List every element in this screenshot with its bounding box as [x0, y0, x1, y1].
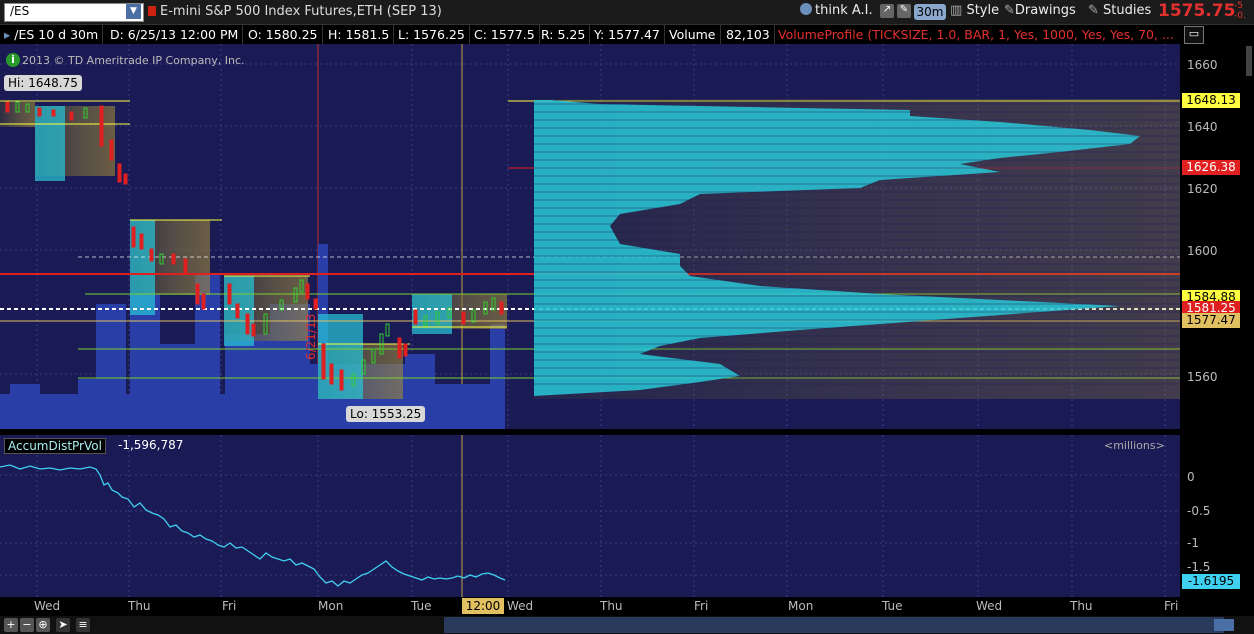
- studies-icon: ✎: [1088, 3, 1099, 18]
- y-label-level: 1626.38: [1182, 160, 1240, 175]
- pencil-icon: ✎: [1004, 3, 1015, 18]
- last-price: 1575.75: [1158, 1, 1236, 21]
- indicator-current-label: -1.6195: [1182, 574, 1240, 589]
- ind-y-tick: 0: [1187, 470, 1195, 484]
- x-tick: Wed: [34, 599, 61, 613]
- x-axis[interactable]: [0, 597, 1254, 615]
- info-range: R: 5.25: [537, 25, 591, 44]
- timeframe-button[interactable]: 30m: [914, 4, 946, 20]
- think-ai-button[interactable]: think A.I.: [800, 3, 873, 20]
- info-date: D: 6/25/13 12:00 PM: [106, 25, 244, 44]
- y-tick: 1620: [1187, 182, 1218, 196]
- y-axis-scrollbar[interactable]: [1246, 46, 1252, 76]
- style-button[interactable]: ▥ Style: [950, 3, 999, 20]
- x-tick: Fri: [222, 599, 237, 613]
- style-icon: ▥: [950, 3, 963, 18]
- chart-id-label[interactable]: ▸ /ES 10 d 30m: [0, 25, 104, 44]
- indicator-name[interactable]: AccumDistPrVol: [4, 438, 106, 454]
- info-open: O: 1580.25: [244, 25, 323, 44]
- x-tick: Wed: [507, 599, 534, 613]
- chart-tool-icon[interactable]: ▭: [1184, 26, 1204, 44]
- symbol-description: E-mini S&P 500 Index Futures,ETH (SEP 13…: [160, 4, 442, 19]
- symbol-dropdown-icon[interactable]: ▼: [126, 4, 141, 19]
- studies-button[interactable]: ✎ Studies: [1088, 3, 1151, 20]
- time-scrollbar[interactable]: [444, 617, 1224, 633]
- think-ai-icon: [800, 3, 812, 15]
- x-tick: Tue: [411, 599, 432, 613]
- indicator-value: -1,596,787: [118, 438, 184, 452]
- info-close: C: 1577.5: [470, 25, 540, 44]
- lo-callout: Lo: 1553.25: [346, 406, 426, 422]
- y-tick: 1600: [1187, 244, 1218, 258]
- cursor-icon[interactable]: ➤: [56, 618, 70, 632]
- wrench-icon[interactable]: ✎: [897, 4, 911, 18]
- indicator-unit: <millions>: [1104, 439, 1165, 452]
- y-tick: 1660: [1187, 58, 1218, 72]
- ind-y-tick: -1: [1187, 536, 1199, 550]
- x-tick: Thu: [128, 599, 151, 613]
- info-volume-label: Volume: [665, 25, 721, 44]
- info-icon[interactable]: i: [6, 53, 20, 67]
- menu-icon[interactable]: ≡: [76, 618, 90, 632]
- y-label-level: 1577.47: [1182, 313, 1240, 328]
- x-tick: Mon: [788, 599, 814, 613]
- drawings-button[interactable]: ✎Drawings: [1004, 3, 1076, 20]
- x-tick: Fri: [1164, 599, 1179, 613]
- price-chart-svg: [0, 44, 1180, 429]
- y-tick: 1640: [1187, 120, 1218, 134]
- volume-profile-label[interactable]: VolumeProfile (TICKSIZE, 1.0, BAR, 1, Ye…: [774, 25, 1178, 44]
- info-high: H: 1581.5: [324, 25, 395, 44]
- indicator-svg: [0, 435, 1180, 597]
- info-volume-value: 82,103: [722, 25, 775, 44]
- share-icon[interactable]: ↗: [880, 4, 894, 18]
- price-chart-pane[interactable]: [0, 44, 1180, 429]
- symbol-text: /ES: [10, 4, 30, 18]
- y-tick: 1560: [1187, 370, 1218, 384]
- ind-y-tick: -0.5: [1187, 504, 1211, 518]
- zoom-out-icon[interactable]: −: [20, 618, 34, 632]
- ind-y-tick: -1.5: [1187, 560, 1211, 574]
- x-tick: Wed: [976, 599, 1003, 613]
- x-tick: Fri: [694, 599, 709, 613]
- chart-id-icon: ▸: [4, 27, 11, 42]
- copyright-text: 2013 © TD Ameritrade IP Company, Inc.: [22, 54, 245, 67]
- info-low: L: 1576.25: [394, 25, 470, 44]
- x-tick: Thu: [1070, 599, 1093, 613]
- x-tick: Mon: [318, 599, 344, 613]
- indicator-pane[interactable]: [0, 435, 1180, 597]
- accumdist-line: [0, 464, 506, 587]
- date-marker-label: 6/21/13: [304, 313, 318, 360]
- time-cursor-label: 12:00: [462, 598, 504, 614]
- info-y: Y: 1577.47: [590, 25, 665, 44]
- symbol-flag-icon: [148, 6, 156, 16]
- y-label-level: 1648.13: [1182, 93, 1240, 108]
- x-tick: Tue: [882, 599, 903, 613]
- price-change: -5 -0.: [1234, 1, 1246, 21]
- zoom-in-icon[interactable]: +: [4, 618, 18, 632]
- composite-volume-profile: [534, 99, 1180, 399]
- scrollbar-thumb[interactable]: [1214, 619, 1234, 631]
- hi-callout: Hi: 1648.75: [4, 75, 82, 91]
- x-tick: Thu: [600, 599, 623, 613]
- zoom-fit-icon[interactable]: ⊕: [36, 618, 50, 632]
